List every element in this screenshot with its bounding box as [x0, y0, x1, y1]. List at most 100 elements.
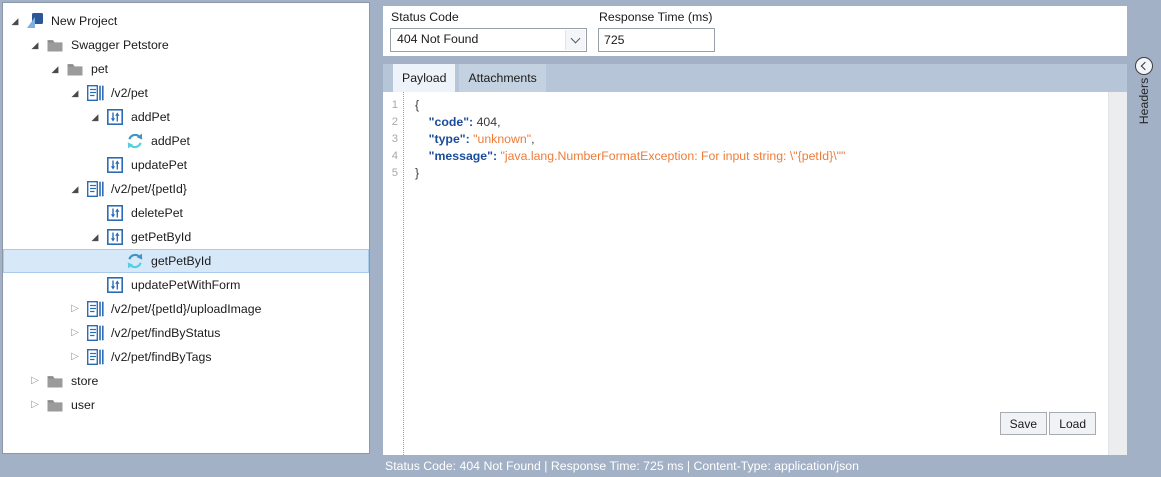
token-plain [415, 132, 429, 146]
tree-item[interactable]: ◢ getPetById [3, 225, 369, 249]
expander-expanded-icon[interactable]: ◢ [67, 81, 83, 105]
method-icon [106, 108, 124, 126]
save-button[interactable]: Save [1000, 412, 1047, 435]
tree-item-label: /v2/pet/{petId} [111, 182, 187, 196]
expander-expanded-icon[interactable]: ◢ [27, 33, 43, 57]
token-plain [415, 149, 429, 163]
tree-item[interactable]: ▷ /v2/pet/{petId}/uploadImage [3, 297, 369, 321]
expander-collapsed-icon[interactable]: ▷ [67, 297, 83, 321]
tree-item-label: /v2/pet/findByTags [111, 350, 211, 364]
line-number: 1 [383, 99, 403, 111]
tree-item[interactable]: ▷ user [3, 393, 369, 417]
expand-headers-button[interactable] [1135, 57, 1153, 75]
payload-code: 1{2 "code": 404,3 "type": "unknown",4 "m… [383, 92, 1127, 181]
tree-item-label: updatePetWithForm [131, 278, 240, 292]
path-icon [86, 324, 104, 342]
token-plain: , [497, 115, 500, 129]
expander-collapsed-icon[interactable]: ▷ [27, 369, 43, 393]
method-icon [106, 204, 124, 222]
status-bar: Status Code: 404 Not Found | Response Ti… [0, 455, 1161, 477]
line-number: 4 [383, 150, 403, 162]
expander-collapsed-icon[interactable]: ▷ [67, 321, 83, 345]
tree-item[interactable]: addPet [3, 129, 369, 153]
expander-expanded-icon[interactable]: ◢ [7, 9, 23, 33]
tree-item[interactable]: ◢ pet [3, 57, 369, 81]
tree-item-label: addPet [131, 110, 170, 124]
dropdown-arrow[interactable] [565, 30, 585, 50]
tree-item[interactable]: ▷ /v2/pet/findByStatus [3, 321, 369, 345]
tab-payload[interactable]: Payload [393, 64, 455, 92]
panel-splitter[interactable] [371, 2, 383, 455]
token-plain: , [531, 132, 534, 146]
tree-item-label: getPetById [151, 254, 211, 268]
tree-item[interactable]: getPetById [3, 249, 369, 273]
tree-item-label: deletePet [131, 206, 183, 220]
tree-item-label: /v2/pet/{petId}/uploadImage [111, 302, 261, 316]
app-window: ◢ New Project ◢ Swagger Petstore ◢ pet ◢ /v2/pe… [0, 0, 1161, 477]
status-code-label: Status Code [391, 10, 459, 24]
tree-item-label: /v2/pet/findByStatus [111, 326, 220, 340]
tree-item[interactable]: updatePetWithForm [3, 273, 369, 297]
line-number: 5 [383, 167, 403, 179]
tree-item[interactable]: ◢ /v2/pet [3, 81, 369, 105]
tree-item-label: addPet [151, 134, 190, 148]
expander-expanded-icon[interactable]: ◢ [87, 105, 103, 129]
tree-item-label: getPetById [131, 230, 191, 244]
tree-item-label: pet [91, 62, 108, 76]
chevron-left-icon [1141, 62, 1149, 70]
response-icon [126, 132, 144, 150]
folder-icon [46, 36, 64, 54]
tab-strip: PayloadAttachments [383, 64, 1127, 92]
tree-item-label: New Project [51, 14, 117, 28]
tree-item[interactable]: ◢ New Project [3, 9, 369, 33]
expander-expanded-icon[interactable]: ◢ [87, 225, 103, 249]
token-plain [415, 115, 429, 129]
tree-item[interactable]: ◢ addPet [3, 105, 369, 129]
headers-panel-tab[interactable]: Headers [1127, 0, 1161, 455]
tree-item[interactable]: ▷store [3, 369, 369, 393]
path-icon [86, 84, 104, 102]
code-line: 2 "code": 404, [383, 113, 1127, 130]
tree-item[interactable]: ▷ /v2/pet/findByTags [3, 345, 369, 369]
tree-item[interactable]: deletePet [3, 201, 369, 225]
code-line: 1{ [383, 96, 1127, 113]
tree-item[interactable]: ◢ Swagger Petstore [3, 33, 369, 57]
tab-attachments[interactable]: Attachments [459, 64, 545, 92]
token-key: "message": [429, 149, 497, 163]
path-icon [86, 300, 104, 318]
tree-item[interactable]: updatePet [3, 153, 369, 177]
payload-editor[interactable]: 1{2 "code": 404,3 "type": "unknown",4 "m… [383, 92, 1127, 455]
line-number: 3 [383, 133, 403, 145]
code-line: 4 "message": "java.lang.NumberFormatExce… [383, 147, 1127, 164]
response-time-input[interactable] [598, 28, 715, 52]
expander-expanded-icon[interactable]: ◢ [47, 57, 63, 81]
expander-expanded-icon[interactable]: ◢ [67, 177, 83, 201]
folder-icon [46, 372, 64, 390]
vertical-scrollbar[interactable] [1108, 92, 1127, 455]
method-icon [106, 276, 124, 294]
load-button[interactable]: Load [1049, 412, 1096, 435]
tree: ◢ New Project ◢ Swagger Petstore ◢ pet ◢ /v2/pe… [3, 9, 369, 417]
gutter-separator [403, 92, 404, 455]
tree-item-label: /v2/pet [111, 86, 148, 100]
response-icon [126, 252, 144, 270]
path-icon [86, 180, 104, 198]
tree-item-label: Swagger Petstore [71, 38, 169, 52]
token-string: "java.lang.NumberFormatException: For in… [501, 149, 846, 163]
expander-collapsed-icon[interactable]: ▷ [67, 345, 83, 369]
path-icon [86, 348, 104, 366]
headers-panel-label: Headers [1137, 78, 1151, 124]
method-icon [106, 228, 124, 246]
token-plain: } [415, 166, 419, 180]
tree-item[interactable]: ◢ /v2/pet/{petId} [3, 177, 369, 201]
mock-tree-panel: ◢ New Project ◢ Swagger Petstore ◢ pet ◢ /v2/pe… [2, 2, 370, 454]
token-string: "unknown" [473, 132, 531, 146]
status-code-select[interactable]: 404 Not Found [390, 28, 587, 52]
line-number: 2 [383, 116, 403, 128]
code-line: 3 "type": "unknown", [383, 130, 1127, 147]
token-value: 404 [477, 115, 498, 129]
tree-item-label: user [71, 398, 95, 412]
expander-collapsed-icon[interactable]: ▷ [27, 393, 43, 417]
status-code-selected-value: 404 Not Found [397, 32, 478, 46]
code-line: 5} [383, 164, 1127, 181]
